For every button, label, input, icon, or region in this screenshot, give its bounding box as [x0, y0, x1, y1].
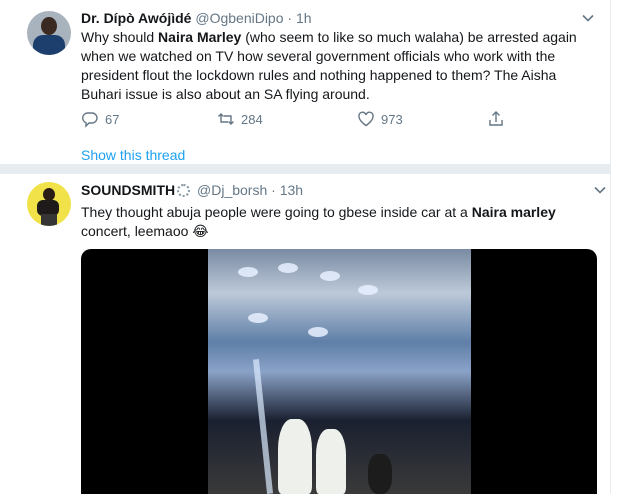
reply-button[interactable]: 67 [81, 110, 119, 128]
separator: · [287, 10, 293, 26]
stage-light [238, 267, 258, 277]
tweet-1[interactable]: Dr. Dípò Awójìdé @OgbeniDipo · 1h Why sh… [0, 0, 611, 174]
display-name[interactable]: Dr. Dípò Awójìdé [81, 10, 191, 26]
reply-icon [82, 112, 98, 128]
tweet-header: SOUNDSMITH @Dj_borsh · 13h [81, 182, 303, 198]
video-player[interactable] [81, 249, 597, 494]
retweet-icon [218, 113, 234, 125]
stage-light [248, 313, 268, 323]
sun-badge-icon [177, 184, 191, 197]
avatar-body [33, 35, 65, 55]
reply-count: 67 [105, 111, 120, 127]
chevron-down-icon[interactable] [593, 183, 607, 197]
stage-light [320, 271, 340, 281]
tweet-header: Dr. Dípò Awójìdé @OgbeniDipo · 1h [81, 10, 312, 26]
chevron-down-icon[interactable] [581, 11, 595, 25]
avatar[interactable] [27, 182, 71, 226]
like-button[interactable]: 973 [357, 110, 403, 128]
user-handle[interactable]: @OgbeniDipo [195, 10, 283, 26]
performer [316, 429, 346, 494]
avatar-head [41, 17, 57, 35]
avatar[interactable] [27, 11, 71, 55]
tweet-text-a: Why should [81, 29, 159, 45]
user-handle[interactable]: @Dj_borsh [197, 182, 267, 198]
stage-light [278, 263, 298, 273]
tweet-text: Why should Naira Marley (who seem to lik… [81, 28, 581, 104]
tweet-actions: 67 284 973 [81, 110, 521, 130]
separator: · [271, 182, 276, 198]
tweet-text-bold: Naira marley [471, 204, 556, 220]
performer [278, 419, 312, 494]
retweet-button[interactable]: 284 [217, 110, 263, 128]
like-count: 973 [381, 111, 403, 127]
tweet-text: They thought abuja people were going to … [81, 203, 581, 241]
show-thread-link[interactable]: Show this thread [81, 147, 185, 163]
retweet-count: 284 [241, 111, 263, 127]
stage-light [358, 285, 378, 295]
tweet-text-a: They thought abuja people were going to … [81, 204, 472, 220]
avatar-legs [41, 214, 57, 226]
timestamp[interactable]: 1h [296, 10, 312, 26]
light-beam [252, 359, 274, 494]
video-frame[interactable] [208, 249, 471, 494]
heart-icon [358, 111, 374, 127]
share-icon [489, 111, 503, 126]
crowd-member [368, 454, 392, 494]
stage-light [308, 327, 328, 337]
display-name[interactable]: SOUNDSMITH [81, 182, 175, 198]
tweet-text-bold: Naira Marley [158, 29, 242, 45]
share-button[interactable] [487, 110, 511, 128]
tweet-text-b: concert, leemaoo 😂 [81, 223, 209, 239]
timestamp[interactable]: 13h [280, 182, 303, 198]
